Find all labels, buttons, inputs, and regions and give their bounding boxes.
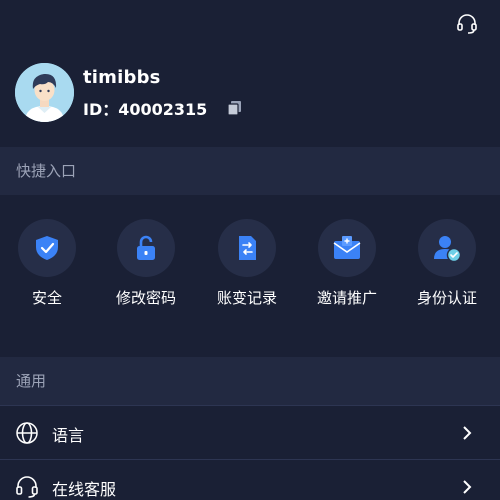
- quick-item-label: 邀请推广: [316, 289, 377, 307]
- quick-item-transaction-records[interactable]: 账变记录: [197, 219, 297, 308]
- quick-item-invite[interactable]: 邀请推广: [297, 219, 397, 308]
- chevron-right-icon: [460, 425, 474, 441]
- quick-entry-header: 快捷入口: [0, 147, 500, 195]
- user-verified-icon: [434, 236, 462, 263]
- list-item-label: 语言: [52, 426, 85, 445]
- profile-card: timibbs ID：40002315: [15, 63, 485, 123]
- quick-item-label: 修改密码: [115, 289, 176, 307]
- user-id: ID：40002315: [83, 96, 243, 120]
- chevron-right-icon: [460, 479, 474, 495]
- unlock-icon: [137, 235, 155, 260]
- invite-envelope-icon: [333, 236, 361, 259]
- quick-entry-row: 安全 修改密码 账变记录 邀请推广 身份认证: [0, 219, 500, 319]
- globe-icon: [15, 421, 39, 445]
- user-id-text: ID：40002315: [83, 100, 208, 119]
- quick-item-security[interactable]: 安全: [0, 219, 97, 308]
- customer-service-icon[interactable]: [456, 13, 478, 35]
- copy-icon[interactable]: [227, 100, 243, 116]
- list-item-online-service[interactable]: 在线客服: [0, 459, 500, 500]
- headset-icon: [15, 475, 39, 499]
- general-header: 通用: [0, 357, 500, 405]
- quick-item-label: 身份认证: [416, 289, 477, 307]
- list-item-language[interactable]: 语言: [0, 405, 500, 459]
- list-item-label: 在线客服: [52, 480, 117, 499]
- quick-item-label: 安全: [31, 289, 62, 307]
- username: timibbs: [83, 67, 161, 88]
- quick-item-label: 账变记录: [216, 289, 277, 307]
- quick-item-change-password[interactable]: 修改密码: [96, 219, 196, 308]
- shield-check-icon: [36, 236, 58, 260]
- quick-item-identity-verification[interactable]: 身份认证: [397, 219, 497, 308]
- avatar[interactable]: [15, 63, 74, 122]
- transfer-document-icon: [239, 236, 256, 260]
